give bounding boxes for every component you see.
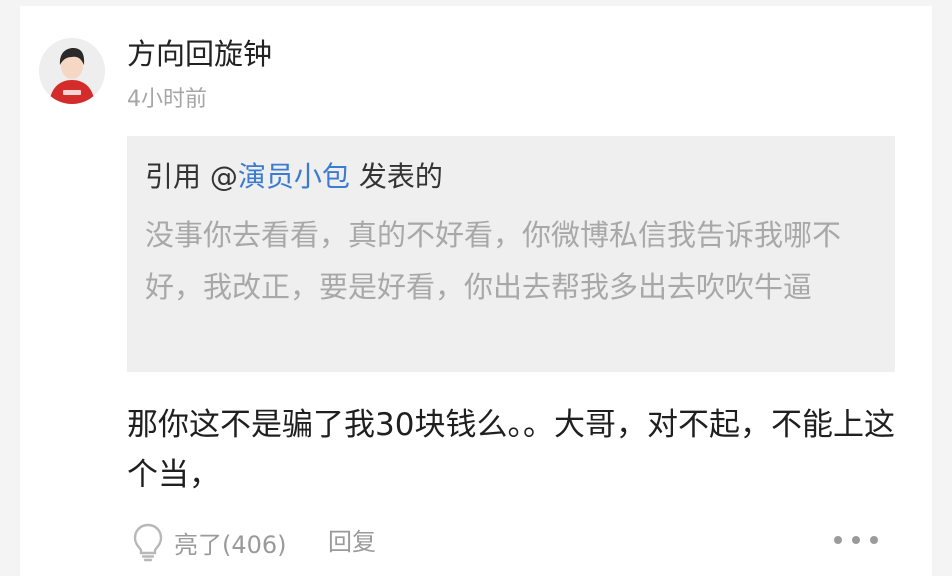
quote-block: 引用 @演员小包 发表的 没事你去看看，真的不好看，你微博私信我告诉我哪不好，我… — [127, 136, 895, 372]
quote-prefix: 引用 @ — [145, 160, 238, 193]
like-count-label: 亮了(406) — [174, 530, 287, 559]
quote-suffix: 发表的 — [349, 160, 443, 193]
like-button[interactable]: 亮了(406) — [130, 522, 287, 562]
quote-text: 没事你去看看，真的不好看，你微博私信我告诉我哪不好，我改正，要是好看，你出去帮我… — [145, 218, 842, 304]
avatar[interactable] — [39, 38, 105, 104]
more-button[interactable] — [830, 530, 882, 550]
lightbulb-icon — [133, 523, 163, 562]
avatar-image — [39, 38, 105, 104]
username[interactable]: 方向回旋钟 — [127, 36, 272, 72]
quote-author-link[interactable]: 演员小包 — [238, 160, 350, 193]
quote-header: 引用 @演员小包 发表的 — [145, 159, 443, 195]
more-dots-icon — [834, 536, 878, 544]
reply-button[interactable]: 回复 — [328, 525, 376, 559]
comment-text: 那你这不是骗了我30块钱么。。大哥，对不起，不能上这个当， — [127, 407, 895, 493]
timestamp: 4小时前 — [127, 87, 207, 112]
